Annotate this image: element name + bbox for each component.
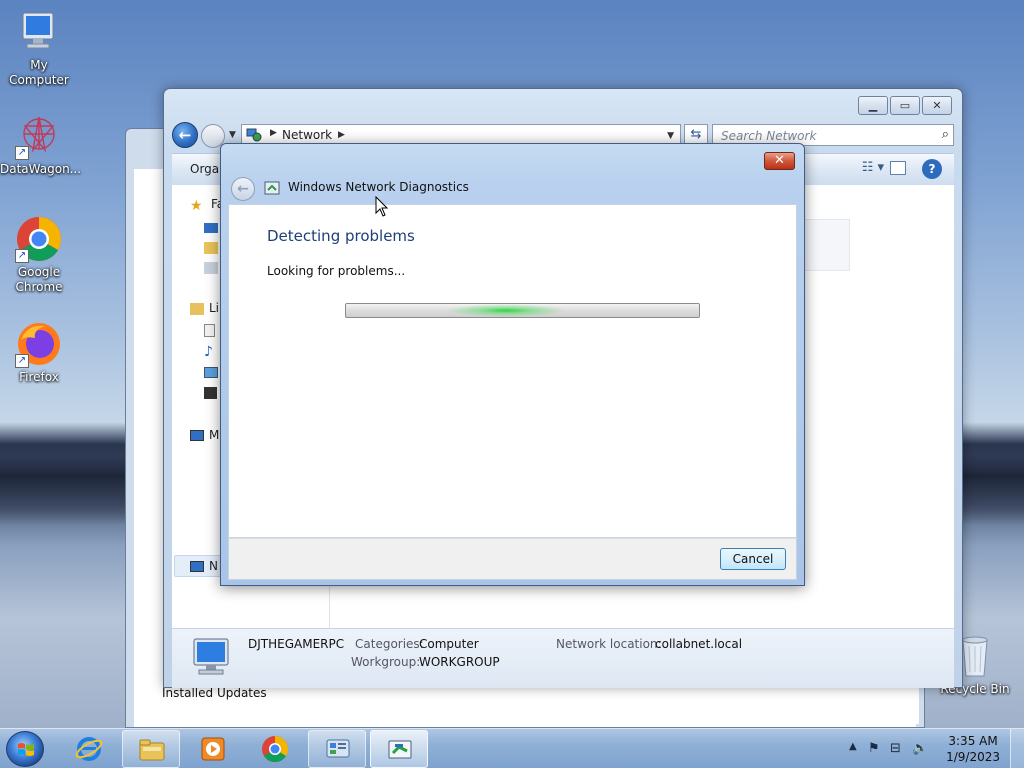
taskbar: ▲ ⚑ ⊟ 🔈 3:35 AM 1/9/2023 [0, 728, 1024, 768]
folder-icon [139, 739, 165, 761]
computer-icon [15, 8, 63, 56]
internet-explorer-icon [75, 737, 103, 761]
star-icon: ★ [190, 197, 203, 214]
desktop-icon-label: Firefox [19, 370, 59, 384]
breadcrumb-chevron-icon[interactable]: ▶ [270, 128, 277, 138]
network-icon [246, 128, 262, 142]
search-placeholder: Search Network [721, 129, 817, 143]
workgroup-value: WORKGROUP [419, 655, 500, 669]
window-controls: ▁ ▭ ✕ [858, 96, 952, 115]
background-window-pane [333, 688, 919, 724]
dialog-heading: Detecting problems [267, 227, 415, 245]
taskbar-internet-explorer[interactable] [60, 730, 118, 768]
categories-label: Categories: [355, 637, 424, 651]
dialog-close-button[interactable]: ✕ [764, 152, 795, 170]
help-icon[interactable]: ? [922, 159, 942, 179]
dialog-footer: Cancel [228, 538, 797, 580]
preview-pane-icon[interactable] [890, 161, 906, 175]
desktop-icon-label: Google Chrome [15, 265, 63, 294]
start-button[interactable] [6, 731, 44, 767]
recent-pages-dropdown-icon[interactable]: ▼ [229, 130, 236, 140]
desktop: My Computer ↗ DataWagon... ↗ Google Chro… [0, 0, 1024, 728]
back-arrow-icon[interactable]: ← [172, 122, 198, 148]
windows-logo-icon [18, 743, 34, 756]
details-pane: DJTHEGAMERPC Categories: Computer Workgr… [172, 628, 954, 688]
nav-network[interactable]: N [190, 559, 218, 573]
shortcut-arrow-icon: ↗ [15, 249, 29, 263]
desktop-icon-my-computer[interactable]: My Computer [0, 8, 78, 88]
network-diagnostics-icon [388, 740, 412, 759]
folder-icon [204, 241, 218, 254]
cancel-button[interactable]: Cancel [720, 548, 786, 570]
desktop-icon-chrome[interactable]: ↗ Google Chrome [0, 215, 78, 295]
chrome-icon [262, 735, 289, 763]
dialog-title: Windows Network Diagnostics [288, 180, 469, 194]
taskbar-network-diagnostics[interactable] [370, 730, 428, 768]
breadcrumb-chevron-icon[interactable]: ▶ [338, 130, 345, 140]
action-center-flag-icon[interactable]: ⚑ [868, 741, 880, 756]
change-view-icon[interactable]: ☷ ▾ [862, 160, 884, 175]
control-panel-icon [326, 739, 350, 758]
network-location-label: Network location: [556, 637, 662, 651]
music-note-icon: ♪ [204, 343, 213, 360]
nav-my-computer[interactable]: M [190, 428, 219, 442]
search-icon: ⌕ [941, 127, 949, 142]
desktop-icon-datawagon[interactable]: ↗ DataWagon... [0, 112, 82, 177]
library-folder-icon [190, 302, 204, 315]
network-icon [190, 561, 204, 572]
network-diagnostics-dialog[interactable]: ✕ ← Windows Network Diagnostics Detectin… [220, 143, 805, 586]
progress-marquee-glow [446, 304, 566, 317]
computer-icon [190, 430, 204, 441]
show-desktop-button[interactable] [1010, 729, 1024, 768]
minimize-button[interactable]: ▁ [858, 96, 888, 115]
categories-value: Computer [419, 637, 479, 651]
network-location-value: collabnet.local [655, 637, 743, 651]
address-dropdown-icon[interactable]: ▼ [667, 131, 674, 141]
clock-time: 3:35 AM [948, 734, 998, 748]
pictures-icon [204, 367, 218, 378]
nav-libraries[interactable]: Li [190, 301, 219, 315]
datawagon-icon: ↗ [15, 112, 63, 160]
recent-places-icon [204, 261, 218, 274]
show-hidden-icons-icon[interactable]: ▲ [849, 741, 857, 752]
mouse-cursor-icon [375, 196, 389, 217]
system-tray: ▲ ⚑ ⊟ 🔈 3:35 AM 1/9/2023 [834, 729, 1024, 768]
media-player-icon [201, 737, 225, 761]
shortcut-arrow-icon: ↗ [15, 146, 29, 160]
desktop-icon [204, 222, 218, 233]
workgroup-label: Workgroup: [351, 655, 421, 669]
computer-monitor-icon [193, 638, 229, 675]
breadcrumb-network[interactable]: Network [282, 128, 332, 142]
clock[interactable]: 3:35 AM 1/9/2023 [946, 733, 1000, 765]
taskbar-file-explorer[interactable] [122, 730, 180, 768]
network-tray-icon[interactable]: ⊟ [890, 741, 901, 756]
installed-updates-link[interactable]: Installed Updates [162, 686, 267, 700]
taskbar-control-panel[interactable] [308, 730, 366, 768]
firefox-icon: ↗ [15, 320, 63, 368]
nav-documents[interactable] [204, 323, 220, 337]
shortcut-arrow-icon: ↗ [15, 354, 29, 368]
chrome-icon: ↗ [15, 215, 63, 263]
volume-icon[interactable]: 🔈 [912, 741, 928, 756]
maximize-button[interactable]: ▭ [890, 96, 920, 115]
desktop-icon-label: DataWagon... [0, 162, 82, 176]
progress-bar [345, 303, 700, 318]
computer-name: DJTHEGAMERPC [248, 637, 345, 651]
desktop-icon-label: My Computer [9, 58, 69, 87]
clock-date: 1/9/2023 [946, 750, 1000, 764]
documents-icon [204, 324, 215, 337]
close-button[interactable]: ✕ [922, 96, 952, 115]
dialog-status-text: Looking for problems... [267, 264, 406, 278]
dialog-back-arrow-icon[interactable]: ← [231, 177, 255, 201]
taskbar-media-player[interactable] [184, 730, 242, 768]
film-icon [204, 386, 217, 399]
dialog-content: Detecting problems Looking for problems.… [228, 204, 797, 538]
desktop-icon-firefox[interactable]: ↗ Firefox [0, 320, 78, 385]
network-diagnostics-icon [264, 181, 280, 195]
taskbar-chrome[interactable] [246, 730, 304, 768]
